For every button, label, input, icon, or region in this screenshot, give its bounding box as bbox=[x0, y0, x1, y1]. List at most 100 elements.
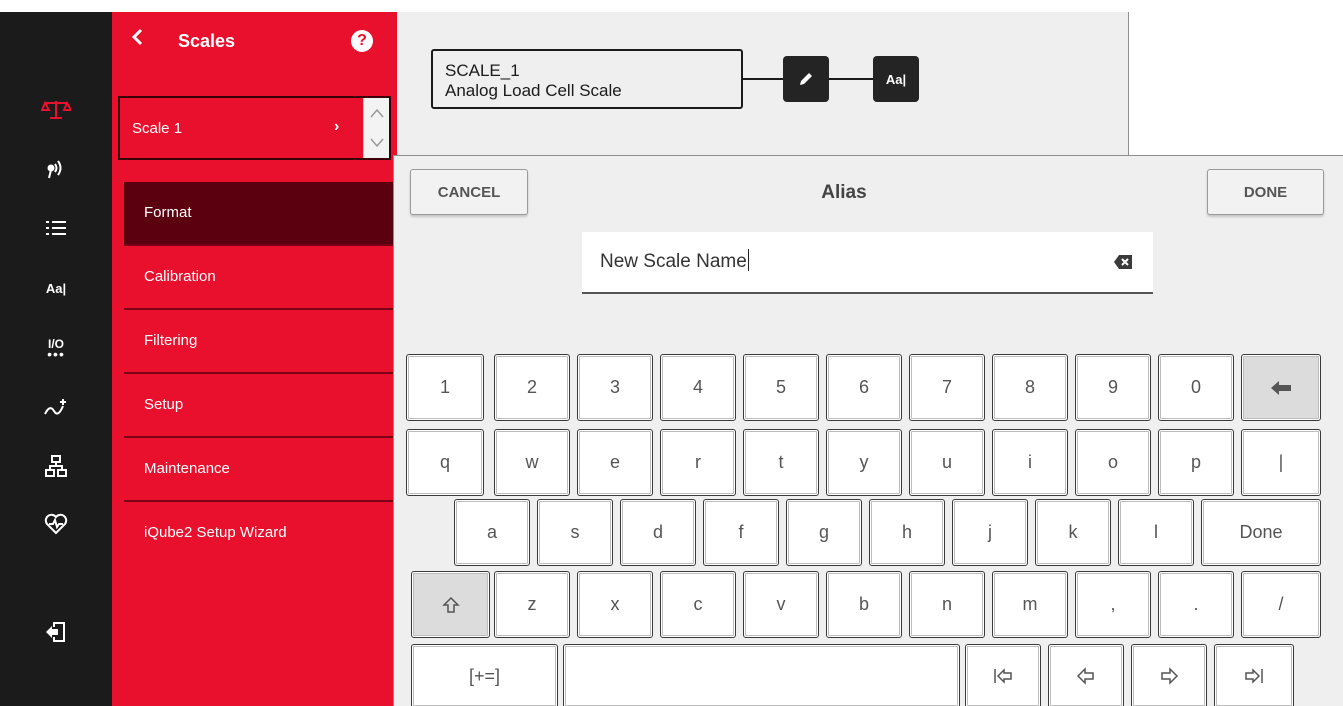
key-o[interactable]: o bbox=[1075, 429, 1151, 496]
key-j[interactable]: j bbox=[952, 499, 1028, 566]
key-6[interactable]: 6 bbox=[826, 354, 902, 421]
help-icon[interactable]: ? bbox=[351, 30, 373, 52]
text-alias-icon[interactable]: Aa| bbox=[36, 270, 76, 306]
key-i[interactable]: i bbox=[992, 429, 1068, 496]
key-e[interactable]: e bbox=[577, 429, 653, 496]
key-4[interactable]: 4 bbox=[660, 354, 736, 421]
back-chevron-icon[interactable] bbox=[130, 26, 150, 50]
logout-icon[interactable] bbox=[36, 614, 76, 650]
key-s[interactable]: s bbox=[537, 499, 613, 566]
key-pipe[interactable]: | bbox=[1241, 429, 1321, 496]
key-c[interactable]: c bbox=[660, 571, 736, 638]
key-z[interactable]: z bbox=[494, 571, 570, 638]
alias-button-label: Aa| bbox=[885, 71, 907, 87]
home-arrow-icon bbox=[994, 668, 1012, 684]
menu-item-calibration[interactable]: Calibration bbox=[124, 246, 397, 310]
scale-card[interactable]: SCALE_1 Analog Load Cell Scale bbox=[431, 49, 743, 109]
arrow-left-icon bbox=[1271, 380, 1291, 395]
key-m[interactable]: m bbox=[992, 571, 1068, 638]
scale-scrollbar[interactable] bbox=[363, 98, 389, 158]
alias-input-value: New Scale Name bbox=[600, 251, 747, 272]
key-b[interactable]: b bbox=[826, 571, 902, 638]
key-9[interactable]: 9 bbox=[1075, 354, 1151, 421]
key-1[interactable]: 1 bbox=[406, 354, 484, 421]
scale-selector-value: Scale 1 bbox=[132, 120, 183, 137]
menu-item-setup-wizard[interactable]: iQube2 Setup Wizard bbox=[124, 502, 397, 566]
keyboard-done-key[interactable]: Done bbox=[1201, 499, 1321, 566]
network-icon[interactable] bbox=[36, 448, 76, 484]
connector-line bbox=[743, 78, 783, 80]
key-k[interactable]: k bbox=[1035, 499, 1111, 566]
menu-item-format[interactable]: Format bbox=[124, 182, 397, 246]
key-3[interactable]: 3 bbox=[577, 354, 653, 421]
key-a[interactable]: a bbox=[454, 499, 530, 566]
menu-item-setup[interactable]: Setup bbox=[124, 374, 397, 438]
menu-item-label: Calibration bbox=[144, 268, 216, 285]
connector-line bbox=[829, 78, 873, 80]
key-n[interactable]: n bbox=[909, 571, 985, 638]
diagnostics-icon[interactable] bbox=[36, 506, 76, 542]
scale-selector[interactable]: Scale 1 › bbox=[118, 96, 391, 160]
menu-item-label: Maintenance bbox=[144, 460, 230, 477]
backspace-clear-icon[interactable] bbox=[1113, 254, 1133, 270]
key-7[interactable]: 7 bbox=[909, 354, 985, 421]
main-panel: SCALE_1 Analog Load Cell Scale Aa| bbox=[397, 12, 1129, 162]
key-u[interactable]: u bbox=[909, 429, 985, 496]
key-y[interactable]: y bbox=[826, 429, 902, 496]
key-d[interactable]: d bbox=[620, 499, 696, 566]
key-g[interactable]: g bbox=[786, 499, 862, 566]
alias-input[interactable]: New Scale Name bbox=[582, 232, 1153, 294]
done-button[interactable]: DONE bbox=[1207, 169, 1324, 215]
chevron-right-icon: › bbox=[334, 118, 340, 135]
settings-menu: Scales ? Scale 1 › Format Calibration Fi… bbox=[112, 12, 397, 706]
key-w[interactable]: w bbox=[494, 429, 570, 496]
key-q[interactable]: q bbox=[406, 429, 484, 496]
key-0[interactable]: 0 bbox=[1158, 354, 1234, 421]
backspace-key[interactable] bbox=[1241, 354, 1321, 421]
key-h[interactable]: h bbox=[869, 499, 945, 566]
pencil-icon bbox=[800, 73, 812, 85]
menu-item-label: Setup bbox=[144, 396, 184, 413]
key-8[interactable]: 8 bbox=[992, 354, 1068, 421]
key-r[interactable]: r bbox=[660, 429, 736, 496]
menu-item-label: Format bbox=[144, 204, 192, 221]
symbols-key[interactable]: [+=] bbox=[411, 644, 558, 706]
key-comma[interactable]: , bbox=[1075, 571, 1151, 638]
arrow-left-outline-icon bbox=[1076, 667, 1094, 685]
menu-header: Scales ? bbox=[112, 12, 397, 76]
wireless-icon[interactable] bbox=[36, 150, 76, 186]
key-p[interactable]: p bbox=[1158, 429, 1234, 496]
cursor-home-key[interactable] bbox=[965, 644, 1041, 706]
key-2[interactable]: 2 bbox=[494, 354, 570, 421]
alias-button[interactable]: Aa| bbox=[873, 56, 919, 102]
cursor-end-key[interactable] bbox=[1214, 644, 1294, 706]
key-l[interactable]: l bbox=[1118, 499, 1194, 566]
menu-item-maintenance[interactable]: Maintenance bbox=[124, 438, 397, 502]
list-icon[interactable] bbox=[36, 210, 76, 246]
text-caret bbox=[747, 249, 749, 271]
key-period[interactable]: . bbox=[1158, 571, 1234, 638]
arrow-right-outline-icon bbox=[1161, 667, 1179, 685]
key-slash[interactable]: / bbox=[1241, 571, 1321, 638]
shift-key[interactable] bbox=[411, 571, 490, 638]
dialog-title: Alias bbox=[821, 182, 867, 203]
icon-rail: Aa| I/O ••• bbox=[0, 12, 112, 706]
key-v[interactable]: v bbox=[743, 571, 819, 638]
scroll-up-icon[interactable] bbox=[370, 108, 384, 118]
key-t[interactable]: t bbox=[743, 429, 819, 496]
scroll-down-icon[interactable] bbox=[370, 138, 384, 148]
scale-icon[interactable] bbox=[36, 92, 76, 128]
menu-title: Scales bbox=[178, 31, 236, 51]
menu-items: Format Calibration Filtering Setup Maint… bbox=[124, 182, 397, 566]
key-5[interactable]: 5 bbox=[743, 354, 819, 421]
cursor-left-key[interactable] bbox=[1048, 644, 1124, 706]
menu-item-filtering[interactable]: Filtering bbox=[124, 310, 397, 374]
end-arrow-icon bbox=[1245, 668, 1263, 684]
edit-button[interactable] bbox=[783, 56, 829, 102]
io-icon[interactable]: I/O ••• bbox=[36, 330, 76, 366]
key-f[interactable]: f bbox=[703, 499, 779, 566]
cursor-right-key[interactable] bbox=[1131, 644, 1207, 706]
math-function-icon[interactable] bbox=[36, 390, 76, 426]
space-key[interactable] bbox=[563, 644, 960, 706]
key-x[interactable]: x bbox=[577, 571, 653, 638]
